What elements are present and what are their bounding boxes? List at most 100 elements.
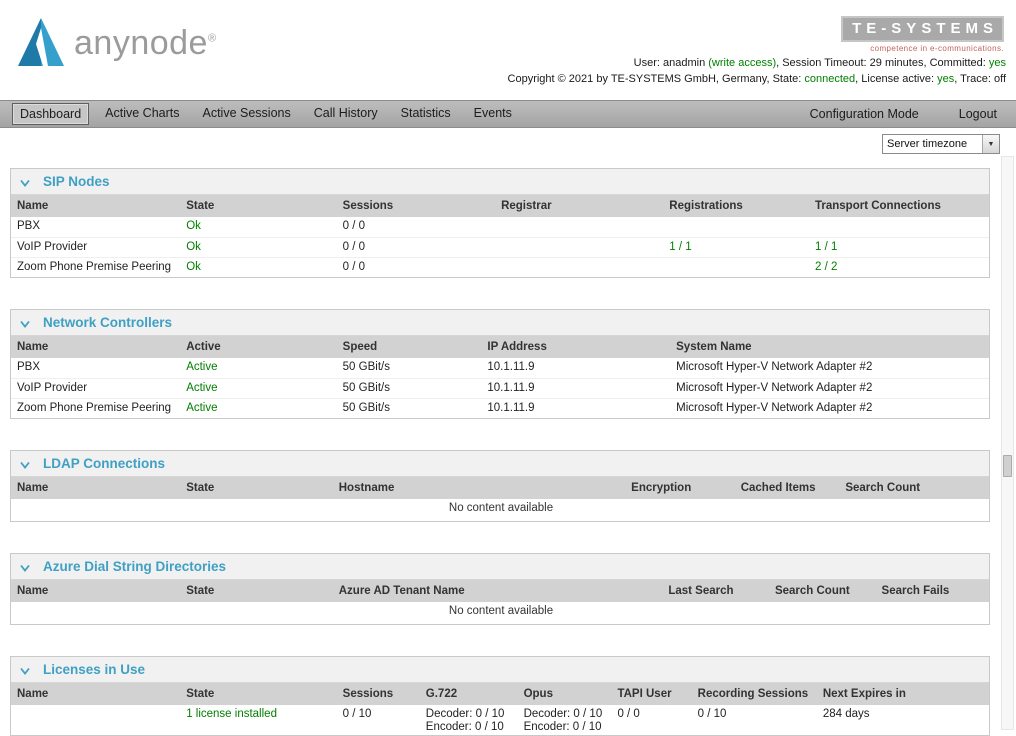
table-cell: VoIP Provider [11,236,181,257]
table-cell: Decoder: 0 / 10 Encoder: 0 / 10 [523,708,603,733]
table-cell: Microsoft Hyper-V Network Adapter #2 [670,397,989,418]
table-cell [809,217,989,237]
column-header: Name [11,477,181,499]
table-cell: 284 days [822,708,870,720]
copyright-line: Copyright © 2021 by TE-SYSTEMS GmbH, Ger… [508,71,1006,87]
table-cell: 10.1.11.9 [481,377,671,398]
state-status: connected [804,73,856,85]
column-header: Cached Items [734,477,840,499]
table-cell: 0 / 0 [617,708,640,720]
column-header: IP Address [481,336,671,358]
nav-item-active-charts[interactable]: Active Charts [98,103,186,125]
collapse-chevron-icon[interactable] [19,665,31,677]
empty-row: No content available [11,602,989,624]
table-cell: Zoom Phone Premise Peering [11,397,181,418]
table-cell: 0 / 0 [342,220,366,232]
registered-mark: ® [207,32,217,45]
column-header: System Name [670,336,989,358]
table-cell: Active [180,377,337,398]
scrollbar-thumb[interactable] [1003,455,1012,477]
vertical-scrollbar[interactable] [1001,156,1014,730]
te-systems-tagline: competence in e-communications. [870,44,1004,53]
table-cell: Microsoft Hyper-V Network Adapter #2 [676,361,873,373]
section-title: LDAP Connections [43,456,166,471]
timezone-select-value: Server timezone [887,138,968,150]
column-header: State [180,477,333,499]
collapse-chevron-icon[interactable] [19,562,31,574]
table-row: Zoom Phone Premise Peering Active 50 GBit/… [11,397,989,418]
section-licenses-in-use: Licenses in Use Name State Sessions G.722 Opu… [10,656,990,736]
column-header: Encryption [625,477,735,499]
table-cell [495,256,664,277]
table-header-row: Name Active Speed IP Address System Name [11,336,989,358]
nav-item-events[interactable]: Events [467,103,519,125]
table-cell: 50 GBit/s [342,361,390,373]
session-timeout-label: , Session Timeout: 29 minutes, Committed… [776,57,989,69]
table-header-row: Name State Azure AD Tenant Name Last Search… [11,580,989,602]
user-label: User: anadmin [633,57,709,69]
table-row: VoIP Provider Ok 0 / 0 1 / 11 / 1 [11,236,989,257]
trace-status: off [993,73,1006,85]
section-header-ldap-connections[interactable]: LDAP Connections [11,451,989,477]
column-header: TAPI User [611,683,692,705]
column-header: Name [11,683,181,705]
empty-row: No content available [11,499,989,521]
table-header-row: Name State Hostname Encryption Cached Items S… [11,477,989,499]
table-cell: Decoder: 0 / 10 Encoder: 0 / 10 [425,708,505,733]
column-header: Recording Sessions [691,683,817,705]
license-active-label: , License active: [855,73,938,85]
column-header: Search Count [768,580,876,602]
section-title: Licenses in Use [43,662,146,677]
column-header: Name [11,580,181,602]
table-cell [663,217,809,237]
table-cell: 0 / 10 [697,708,727,720]
section-header-licenses-in-use[interactable]: Licenses in Use [11,657,989,683]
table-cell: Microsoft Hyper-V Network Adapter #2 [670,377,989,398]
copyright-label: Copyright © 2021 by TE-SYSTEMS GmbH, Ger… [507,73,805,85]
table-sip-nodes: Name State Sessions Registrar Registrations T… [11,195,989,277]
section-header-network-controllers[interactable]: Network Controllers [11,310,989,336]
user-session-line: User: anadmin (write access), Session Ti… [508,55,1006,71]
column-header: Search Count [839,477,989,499]
collapse-chevron-icon[interactable] [19,177,31,189]
nav-left-group: Dashboard Active Charts Active Sessions Cal… [12,103,528,125]
column-header: Azure AD Tenant Name [332,580,663,602]
section-header-azure-dial-string-directories[interactable]: Azure Dial String Directories [11,554,989,580]
app-header: anynode® TE-SYSTEMS competence in e-comm… [0,0,1016,100]
empty-message: No content available [448,605,554,617]
nav-right-group: Configuration Mode Logout [777,104,1004,124]
nav-item-dashboard[interactable]: Dashboard [12,103,90,125]
table-cell: 0 / 10 [342,708,372,720]
table-cell: 0 / 0 [336,236,496,257]
table-cell: Ok [180,236,337,257]
table-licenses-in-use: Name State Sessions G.722 Opus TAPI User Recor… [11,683,989,735]
timezone-select[interactable]: Server timezone ▼ [882,134,1000,154]
nav-item-configuration-mode[interactable]: Configuration Mode [803,104,926,124]
table-header-row: Name State Sessions Registrar Registrations T… [11,195,989,217]
column-header: Last Search [662,580,769,602]
section-title: Azure Dial String Directories [43,559,227,574]
column-header: G.722 [419,683,518,705]
collapse-chevron-icon[interactable] [19,318,31,330]
table-cell: PBX [17,361,41,373]
nav-item-call-history[interactable]: Call History [307,103,385,125]
anynode-wordmark: anynode® [74,24,217,62]
table-cell: Active [180,397,337,418]
write-access-status: (write access) [708,57,777,69]
column-header: Hostname [332,477,626,499]
table-row: PBX Ok 0 / 0 [11,217,989,237]
license-active-status: yes [937,73,955,85]
nav-item-active-sessions[interactable]: Active Sessions [196,103,298,125]
session-info: User: anadmin (write access), Session Ti… [508,55,1006,87]
column-header: Registrar [495,195,664,217]
table-cell: Ok [180,256,337,277]
column-header: Active [180,336,337,358]
section-title: SIP Nodes [43,174,110,189]
table-cell [663,256,809,277]
table-network-controllers: Name Active Speed IP Address System Name PBX A… [11,336,989,418]
nav-item-statistics[interactable]: Statistics [394,103,458,125]
section-header-sip-nodes[interactable]: SIP Nodes [11,169,989,195]
select-arrow-icon[interactable]: ▼ [982,135,999,153]
collapse-chevron-icon[interactable] [19,459,31,471]
nav-item-logout[interactable]: Logout [952,104,1004,124]
